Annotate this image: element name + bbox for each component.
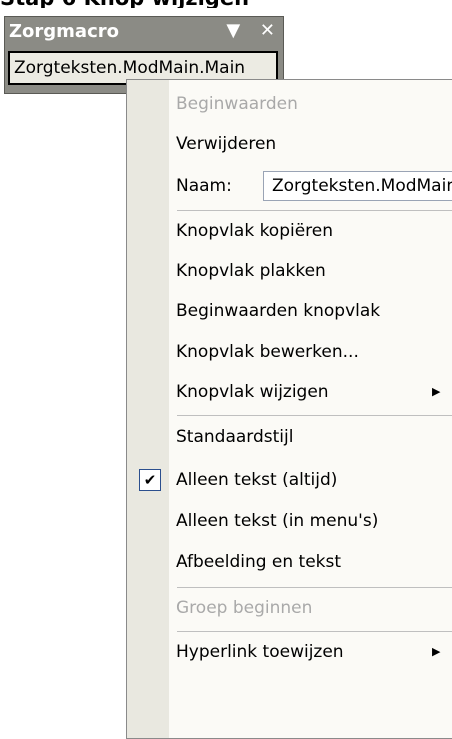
menu-item-label: Alleen tekst (in menu's) [176,511,379,531]
menu-item-label: Hyperlink toewijzen [176,642,344,662]
menu-item-alleen-tekst-menus[interactable]: Alleen tekst (in menu's) [127,501,452,541]
menu-item-afbeelding-en-tekst[interactable]: Afbeelding en tekst [127,542,452,582]
toolbar-title: Zorgmacro [9,21,119,42]
naam-input[interactable]: Zorgteksten.ModMain.Main [263,171,452,201]
menu-item-hyperlink-toewijzen[interactable]: Hyperlink toewijzen ▶ [127,632,452,672]
menu-item-label: Groep beginnen [176,598,313,618]
menu-item-standaardstijl[interactable]: Standaardstijl [127,417,452,457]
menu-item-beginwaarden: Beginwaarden [127,84,452,124]
menu-item-naam: Naam: Zorgteksten.ModMain.Main [127,166,452,206]
menu-item-label: Afbeelding en tekst [176,552,342,572]
menu-item-label: Alleen tekst (altijd) [176,470,338,490]
page-heading: Stap 6 Knop wijzigen [0,0,452,8]
menu-item-label: Knopvlak plakken [176,261,326,281]
menu-item-knopvlak-bewerken[interactable]: Knopvlak bewerken... [127,332,452,372]
menu-item-label: Beginwaarden [176,94,298,114]
menu-item-label: Knopvlak kopiëren [176,221,334,241]
menu-item-label: Knopvlak wijzigen [176,382,329,402]
separator [177,415,452,416]
check-icon: ✔ [139,469,161,491]
menu-item-verwijderen[interactable]: Verwijderen [127,124,452,164]
submenu-arrow-icon: ▶ [432,385,441,398]
menu-item-label: Beginwaarden knopvlak [176,301,381,321]
menu-item-beginwaarden-knopvlak[interactable]: Beginwaarden knopvlak [127,291,452,331]
menu-item-knopvlak-kopieren[interactable]: Knopvlak kopiëren [127,211,452,251]
menu-item-groep-beginnen: Groep beginnen [127,588,452,628]
menu-item-knopvlak-plakken[interactable]: Knopvlak plakken [127,251,452,291]
toolbar-controls: ▼ ✕ [212,19,275,43]
dropdown-arrow-icon[interactable]: ▼ [226,19,240,43]
context-menu: Beginwaarden Verwijderen Naam: Zorgtekst… [126,79,452,739]
menu-item-label: Standaardstijl [176,427,294,447]
menu-item-knopvlak-wijzigen[interactable]: Knopvlak wijzigen ▶ [127,372,452,412]
submenu-arrow-icon: ▶ [432,645,441,658]
menu-item-label: Verwijderen [176,134,277,154]
menu-item-alleen-tekst-altijd[interactable]: ✔ Alleen tekst (altijd) [127,460,452,500]
menu-item-label: Knopvlak bewerken... [176,342,359,362]
close-icon[interactable]: ✕ [260,19,275,43]
naam-label: Naam: [176,176,232,196]
